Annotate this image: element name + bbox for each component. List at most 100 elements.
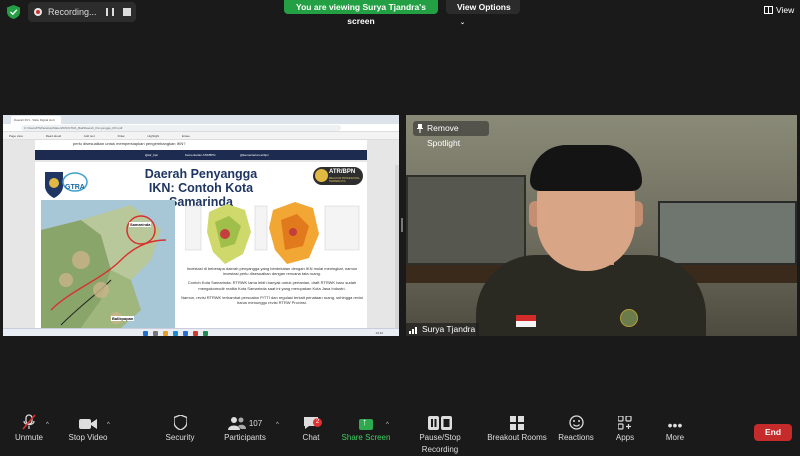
mic-muted-icon <box>10 410 48 432</box>
browser-url[interactable]: C:/Users/PS/Desktop/Materi/IKN/GTRA_Bali… <box>21 125 341 131</box>
view-button[interactable]: View <box>764 5 794 15</box>
reactions-label: Reactions <box>558 433 594 442</box>
smiley-icon <box>556 410 596 432</box>
pause-recording-icon[interactable] <box>106 8 114 16</box>
pause-stop-icon <box>400 410 480 432</box>
chevron-down-icon: ⌄ <box>460 20 466 26</box>
slide-paragraph: Investasi di beberapa daerah penyangga y… <box>186 266 358 277</box>
grid-view-icon <box>764 6 773 14</box>
flag-pin-icon <box>516 315 536 327</box>
region-map-graphic <box>41 205 167 328</box>
excel-icon[interactable] <box>203 330 208 336</box>
folder-icon[interactable] <box>163 330 168 336</box>
slide-footer-bar: @atr_bpn Kementerian ATR/BPN @kementeria… <box>35 150 367 160</box>
pdf-tool[interactable]: Page view <box>9 134 23 138</box>
pause-stop-recording-label: Pause/Stop Recording <box>419 433 461 454</box>
browser-tab-strip: Daerah IKN - Slide Digital Hub <box>3 115 399 124</box>
pdf-tool[interactable]: Read aloud <box>46 134 61 138</box>
meeting-top-bar: Recording... You are viewing Surya Tjand… <box>0 0 800 26</box>
breakout-rooms-icon <box>486 410 548 432</box>
recording-indicator: Recording... <box>28 2 136 22</box>
security-button[interactable]: Security <box>160 410 200 450</box>
ministry-emblem-icon <box>315 169 328 182</box>
pdf-scrollbar[interactable] <box>395 165 399 336</box>
pdf-tool[interactable]: Highlight <box>147 134 159 138</box>
more-button[interactable]: ••• More <box>660 410 690 450</box>
chat-button[interactable]: Chat <box>295 410 327 450</box>
pdf-tool[interactable]: Erase <box>182 134 190 138</box>
aquarium-right <box>658 201 797 265</box>
browser-icon[interactable] <box>173 330 178 336</box>
zoom-app-icon[interactable] <box>183 330 188 336</box>
social-handle: Kementerian ATR/BPN <box>185 153 216 157</box>
share-screen-label: Share Screen <box>341 433 391 442</box>
rtrw-comparison-maps <box>185 202 360 264</box>
breakout-rooms-button[interactable]: Breakout Rooms <box>486 410 548 450</box>
pause-stop-recording-button[interactable]: Pause/Stop Recording <box>400 410 480 454</box>
pin-icon <box>417 124 423 133</box>
aquarium-left <box>406 175 526 265</box>
meeting-controls: Unmute ^ Stop Video ^ Security 107 Parti… <box>0 410 800 454</box>
remove-spotlight-label: Remove Spotlight <box>427 123 461 148</box>
security-label: Security <box>165 433 195 442</box>
social-handle: @atr_bpn <box>145 153 159 157</box>
atr-bpn-logo: ATR/BPN MELAYANI PROFESIONAL TERPERCAYA <box>313 167 363 185</box>
ministry-logo-subtext: MELAYANI PROFESIONAL TERPERCAYA <box>329 177 360 183</box>
pdf-viewer[interactable]: perlu disesuaikan untuk mempersiapkan pe… <box>3 140 399 336</box>
pdf-app-icon[interactable] <box>193 330 198 336</box>
pdf-tool[interactable]: Draw <box>118 134 125 138</box>
participant-name: Surya Tjandra <box>422 324 476 334</box>
remove-spotlight-button[interactable]: Remove Spotlight <box>413 121 489 148</box>
unmute-button[interactable]: Unmute <box>10 410 48 450</box>
audio-options-caret-icon[interactable]: ^ <box>46 422 49 428</box>
browser-address-bar: C:/Users/PS/Desktop/Materi/IKN/GTRA_Bali… <box>3 124 399 132</box>
share-screen-button[interactable]: Share Screen <box>340 410 392 450</box>
browser-tab[interactable]: Daerah IKN - Slide Digital Hub <box>11 116 61 124</box>
chat-icon <box>295 410 327 432</box>
participants-label: Participants <box>224 433 266 442</box>
gtra-logo-text: GTRA <box>65 184 85 191</box>
apps-icon <box>610 410 640 432</box>
reactions-button[interactable]: Reactions <box>556 410 596 450</box>
end-meeting-button[interactable]: End <box>754 424 792 441</box>
social-handle: @kementerian.atrbpn <box>240 153 269 157</box>
participant-video[interactable] <box>406 115 797 336</box>
shield-icon[interactable] <box>7 5 20 19</box>
participants-button[interactable]: 107 Participants <box>220 410 270 450</box>
pdf-slide: GTRA Daerah Penyangga IKN: Contoh Kota S… <box>35 162 367 328</box>
stop-recording-icon[interactable] <box>123 8 131 16</box>
search-icon[interactable] <box>153 330 158 336</box>
signal-strength-icon <box>409 327 417 334</box>
viewing-screen-banner: You are viewing Surya Tjandra's screen <box>284 0 438 26</box>
view-options-label: View Options <box>457 2 511 12</box>
more-dots-icon: ••• <box>667 417 683 433</box>
video-camera-icon <box>64 410 112 432</box>
breakout-rooms-label: Breakout Rooms <box>487 433 547 442</box>
split-view-resize-handle[interactable] <box>401 218 403 232</box>
share-options-caret-icon[interactable]: ^ <box>386 422 389 428</box>
view-label: View <box>776 5 795 15</box>
recording-label: Recording... <box>48 7 97 17</box>
shield-icon <box>160 410 200 432</box>
view-options-button[interactable]: View Options ⌄ <box>446 0 520 26</box>
participants-caret-icon[interactable]: ^ <box>276 422 279 428</box>
participant-name-tag: Surya Tjandra <box>406 323 480 336</box>
region-map: Samarinda Balikpapan <box>41 200 175 328</box>
previous-slide-bottom: perlu disesuaikan untuk mempersiapkan pe… <box>35 140 367 160</box>
stop-video-button[interactable]: Stop Video <box>64 410 112 450</box>
apps-button[interactable]: Apps <box>610 410 640 450</box>
pdf-tool[interactable]: Add text <box>84 134 95 138</box>
uniform-badge-icon <box>620 309 638 327</box>
stop-video-label: Stop Video <box>68 433 108 442</box>
taskbar-clock: 13:12 <box>375 330 383 335</box>
slide-paragraph: Namun, revisi RTRWK terhambat persoalan … <box>181 294 363 306</box>
slide-paragraph: Contoh Kota Samarinda: RTRWK lama lebih … <box>187 280 357 291</box>
ministry-logo-text: ATR/BPN <box>329 169 356 175</box>
share-screen-icon <box>340 410 392 432</box>
map-label-balikpapan: Balikpapan <box>111 316 135 321</box>
start-icon[interactable] <box>143 330 148 336</box>
chat-notification-badge: 2 <box>313 418 322 427</box>
shared-screen[interactable]: Daerah IKN - Slide Digital Hub C:/Users/… <box>3 115 399 336</box>
video-options-caret-icon[interactable]: ^ <box>107 422 110 428</box>
more-label: More <box>665 433 685 442</box>
